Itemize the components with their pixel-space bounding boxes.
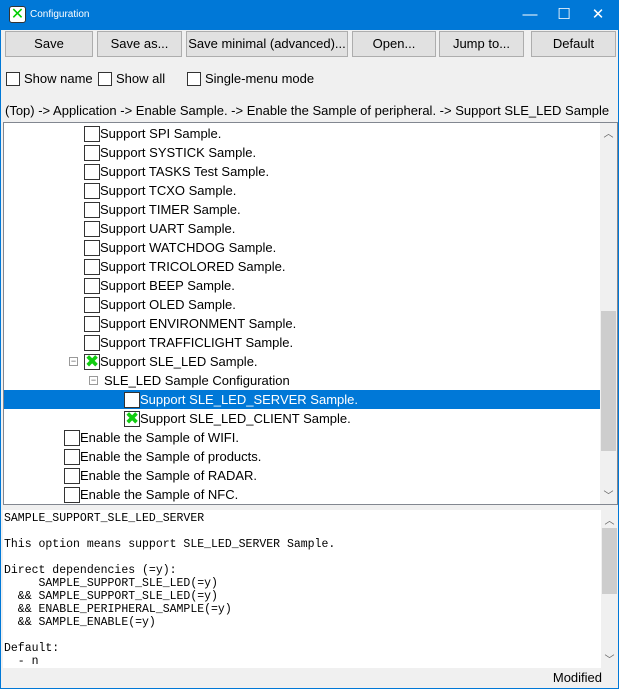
tree-row-label: Support WATCHDOG Sample. (100, 240, 277, 255)
tree-row-label: Support TIMER Sample. (100, 202, 241, 217)
tree-row[interactable]: Support TIMER Sample. (4, 200, 602, 219)
tree-row[interactable]: − SLE_LED Sample Configuration (4, 371, 602, 390)
tree-row-label: Support OLED Sample. (100, 297, 236, 312)
minimize-button[interactable]: — (513, 1, 547, 30)
title-bar: ✕ Configuration — ☐ ✕ (1, 1, 619, 30)
tree-row-label: Support TRICOLORED Sample. (100, 259, 286, 274)
scroll-up-icon[interactable]: ︿ (601, 512, 618, 527)
tree-checkbox[interactable] (84, 316, 100, 332)
tree-checkbox[interactable] (84, 259, 100, 275)
breadcrumb[interactable]: (Top) -> Application -> Enable Sample. -… (5, 103, 609, 118)
tree-row[interactable]: Support SLE_LED_SERVER Sample. (4, 390, 602, 409)
tree-row[interactable]: Enable the Sample of NFC. (4, 485, 602, 504)
collapse-icon[interactable]: − (69, 357, 78, 366)
tree-checkbox[interactable] (84, 164, 100, 180)
tree-row-label: Support ENVIRONMENT Sample. (100, 316, 297, 331)
show-name-checkbox[interactable] (6, 72, 20, 86)
status-text: Modified (552, 670, 602, 685)
tree-checkbox[interactable]: ✖ (124, 410, 140, 427)
tree-row[interactable]: Enable the Sample of RADAR. (4, 466, 602, 485)
default-button[interactable]: Default (531, 31, 616, 57)
tree-checkbox[interactable] (64, 487, 80, 503)
tree-checkbox[interactable] (84, 221, 100, 237)
tree-row[interactable]: Support TRAFFICLIGHT Sample. (4, 333, 602, 352)
config-tree[interactable]: Support SPI Sample. Support SYSTICK Sampl… (3, 122, 618, 505)
tree-checkbox[interactable] (84, 297, 100, 313)
jump-to-button[interactable]: Jump to... (439, 31, 524, 57)
scroll-thumb[interactable] (602, 528, 617, 594)
scroll-down-icon[interactable]: ﹀ (601, 651, 618, 666)
tree-row-label: Support TASKS Test Sample. (100, 164, 270, 179)
tree-row-label: Support UART Sample. (100, 221, 236, 236)
tree-row[interactable]: Support TCXO Sample. (4, 181, 602, 200)
tree-checkbox[interactable] (84, 145, 100, 161)
tree-row[interactable]: ✖ Support SLE_LED_CLIENT Sample. (4, 409, 602, 428)
tree-row-label: Support SLE_LED Sample. (100, 354, 258, 369)
tree-scrollbar[interactable]: ︿ ﹀ (600, 123, 617, 504)
tree-row-label: Enable the Sample of products. (80, 449, 262, 464)
show-all-checkbox[interactable] (98, 72, 112, 86)
tree-row[interactable]: Support TASKS Test Sample. (4, 162, 602, 181)
single-menu-checkbox[interactable] (187, 72, 201, 86)
tree-row[interactable]: − ✖ Support SLE_LED Sample. (4, 352, 602, 371)
tree-checkbox[interactable] (64, 430, 80, 446)
tree-checkbox[interactable] (124, 392, 140, 408)
collapse-icon[interactable]: − (89, 376, 98, 385)
tree-checkbox[interactable] (84, 126, 100, 142)
tree-row[interactable]: Support BEEP Sample. (4, 276, 602, 295)
scroll-thumb[interactable] (601, 311, 616, 451)
app-icon: ✕ (9, 6, 26, 23)
help-text-panel: SAMPLE_SUPPORT_SLE_LED_SERVER This optio… (3, 510, 618, 668)
save-as-button[interactable]: Save as... (97, 31, 182, 57)
tree-row-label: Support TCXO Sample. (100, 183, 237, 198)
show-all-label: Show all (116, 71, 166, 86)
tree-row-label: Enable the Sample of NFC. (80, 487, 239, 502)
show-name-label: Show name (24, 71, 93, 86)
window-title: Configuration (30, 9, 90, 20)
help-scrollbar[interactable]: ︿ ﹀ (601, 510, 618, 668)
tree-row-label: Support BEEP Sample. (100, 278, 235, 293)
tree-checkbox[interactable] (84, 335, 100, 351)
tree-row-label: SLE_LED Sample Configuration (104, 373, 290, 388)
tree-checkbox[interactable] (64, 449, 80, 465)
tree-checkbox[interactable] (64, 468, 80, 484)
maximize-button[interactable]: ☐ (547, 1, 581, 30)
tree-row-label: Support SPI Sample. (100, 126, 222, 141)
help-text: SAMPLE_SUPPORT_SLE_LED_SERVER This optio… (4, 512, 336, 668)
tree-row[interactable]: Support OLED Sample. (4, 295, 602, 314)
tree-checkbox[interactable] (84, 183, 100, 199)
tree-row-label: Support SYSTICK Sample. (100, 145, 257, 160)
tree-row-label: Enable the Sample of RADAR. (80, 468, 258, 483)
tree-row[interactable]: Support SYSTICK Sample. (4, 143, 602, 162)
tree-checkbox[interactable] (84, 240, 100, 256)
tree-row[interactable]: Enable the Sample of WIFI. (4, 428, 602, 447)
tree-row[interactable]: Enable the Sample of products. (4, 447, 602, 466)
tree-row-label: Enable the Sample of WIFI. (80, 430, 239, 445)
tree-checkbox[interactable] (84, 278, 100, 294)
tree-row-label: Support SLE_LED_SERVER Sample. (140, 392, 358, 407)
tree-checkbox[interactable] (84, 202, 100, 218)
save-button[interactable]: Save (5, 31, 93, 57)
scroll-up-icon[interactable]: ︿ (600, 125, 617, 140)
tree-row-label: Support TRAFFICLIGHT Sample. (100, 335, 294, 350)
tree-row[interactable]: Support UART Sample. (4, 219, 602, 238)
save-minimal-button[interactable]: Save minimal (advanced)... (186, 31, 348, 57)
close-button[interactable]: ✕ (581, 1, 615, 30)
tree-row[interactable]: Support ENVIRONMENT Sample. (4, 314, 602, 333)
tree-row[interactable]: Support SPI Sample. (4, 124, 602, 143)
scroll-down-icon[interactable]: ﹀ (600, 487, 617, 502)
open-button[interactable]: Open... (352, 31, 436, 57)
tree-row[interactable]: Support TRICOLORED Sample. (4, 257, 602, 276)
tree-row-label: Support SLE_LED_CLIENT Sample. (140, 411, 351, 426)
tree-checkbox[interactable]: ✖ (84, 353, 100, 370)
tree-row[interactable]: Support WATCHDOG Sample. (4, 238, 602, 257)
single-menu-label: Single-menu mode (205, 71, 315, 86)
